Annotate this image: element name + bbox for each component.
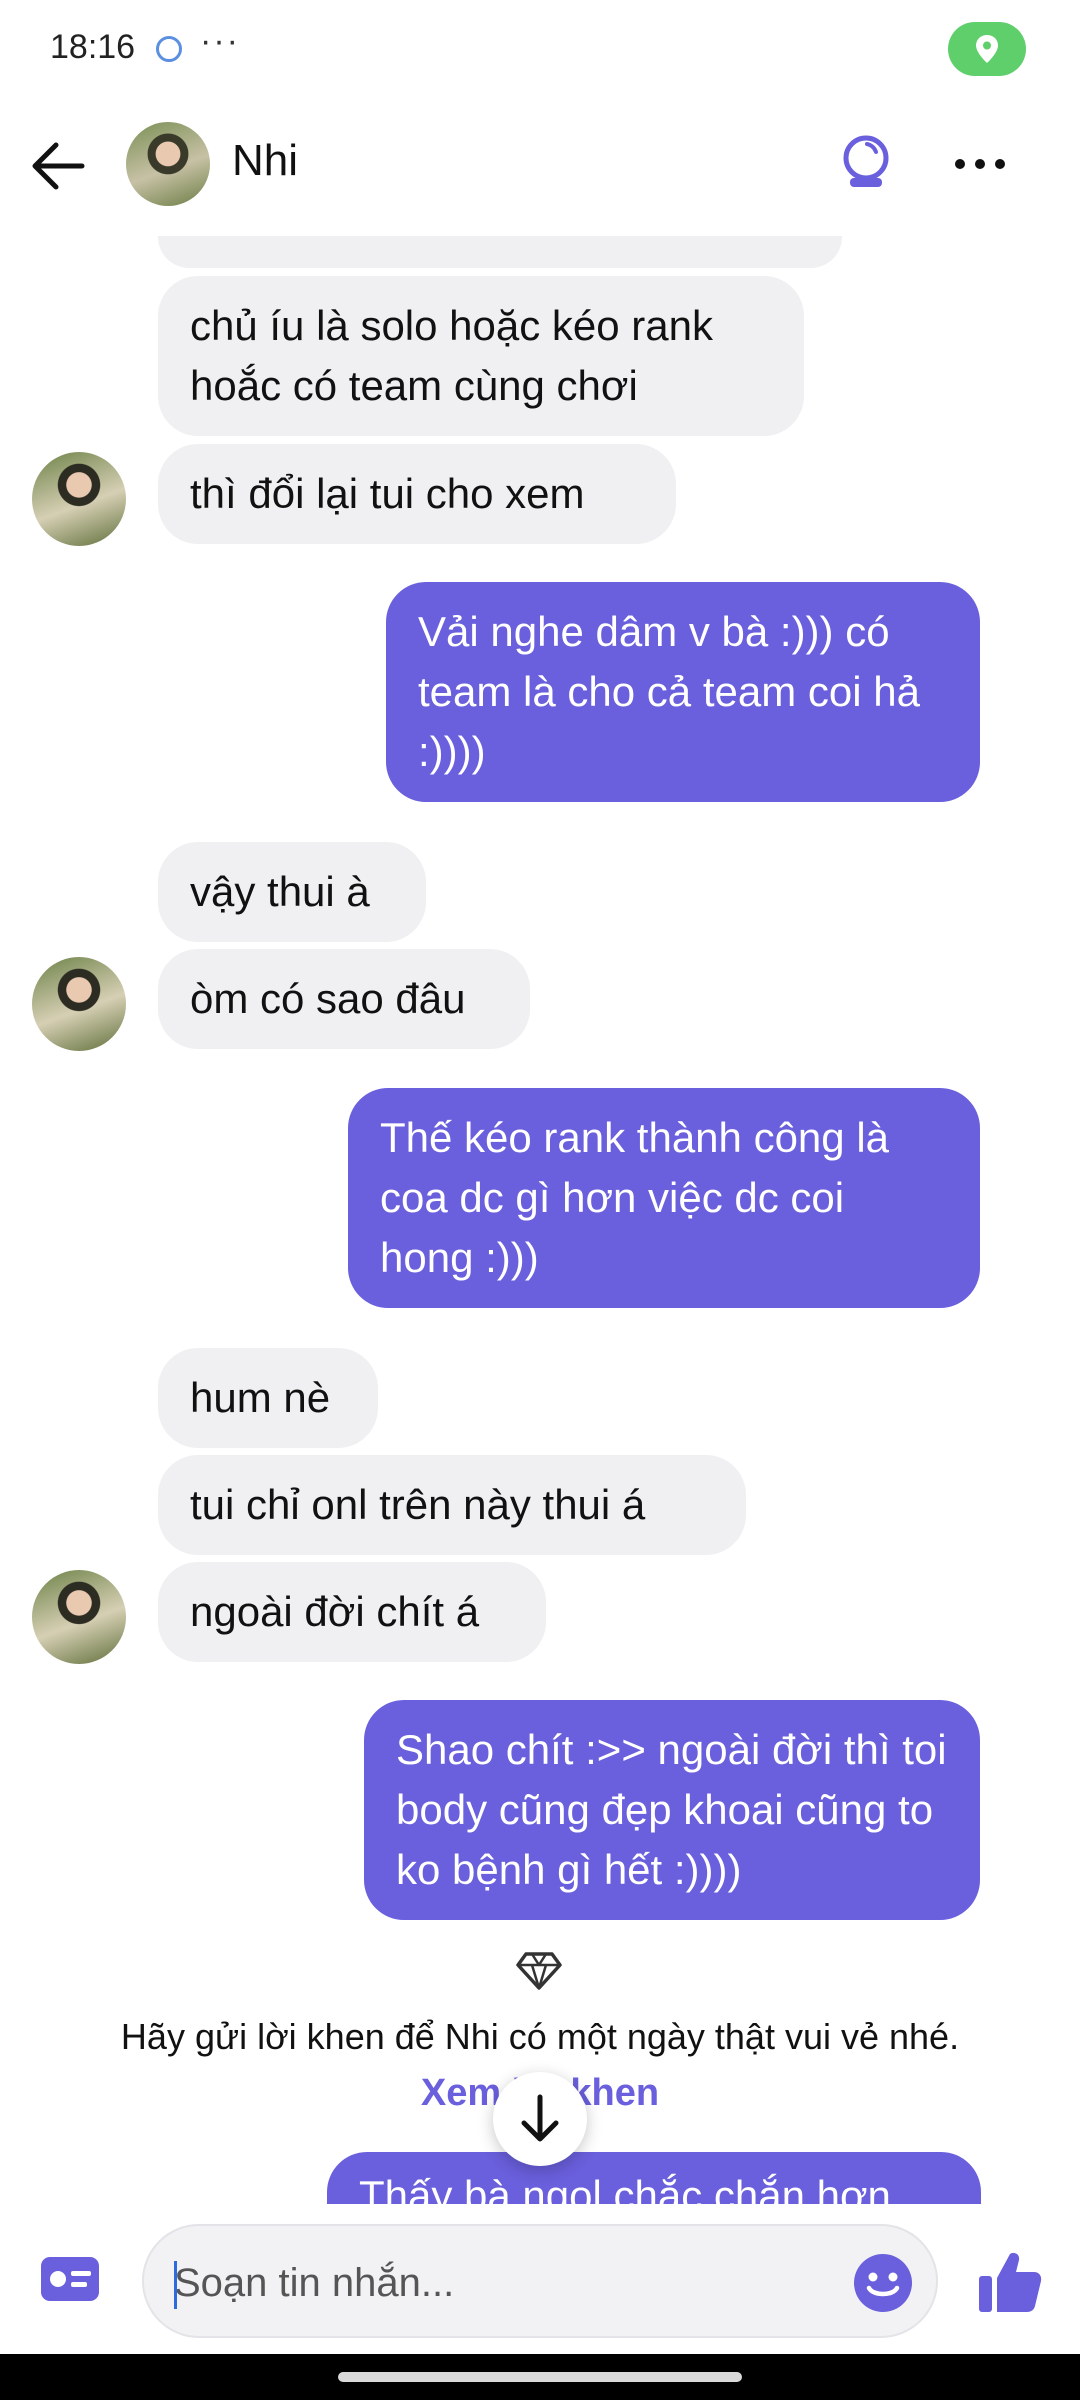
message-text: thì đổi lại tui cho xem bbox=[190, 470, 585, 517]
message-text: ngoài đời chít á bbox=[190, 1588, 480, 1635]
sender-avatar[interactable] bbox=[32, 452, 126, 546]
message-composer: Soạn tin nhắn... bbox=[0, 2204, 1080, 2354]
thumbs-up-icon bbox=[979, 2252, 1042, 2312]
diamond-icon bbox=[516, 1951, 562, 1991]
message-bubble[interactable]: hum nè bbox=[158, 1348, 378, 1448]
contact-card-button[interactable] bbox=[40, 2256, 100, 2302]
call-button[interactable] bbox=[836, 132, 896, 192]
message-input-placeholder: Soạn tin nhắn... bbox=[174, 2261, 455, 2305]
message-bubble-cut bbox=[158, 236, 842, 268]
emoji-button[interactable] bbox=[852, 2252, 914, 2314]
message-bubble[interactable]: Thế kéo rank thành công là coa dc gì hơn… bbox=[348, 1088, 980, 1308]
message-text: chủ íu là solo hoặc kéo rank hoắc có tea… bbox=[190, 302, 713, 409]
message-text: Shao chít :>> ngoài đời thì toi body cũn… bbox=[396, 1726, 947, 1893]
more-notifications-icon: ··· bbox=[200, 22, 240, 60]
message-bubble[interactable]: òm có sao đâu bbox=[158, 949, 530, 1049]
status-bar: 18:16 ··· bbox=[0, 0, 1080, 100]
message-text: Vải nghe dâm v bà :))) có team là cho cả… bbox=[418, 608, 920, 775]
message-bubble-partial[interactable]: Thấy bà ngol chắc chắn hơn bbox=[327, 2152, 981, 2204]
status-time: 18:16 bbox=[50, 28, 136, 66]
message-input[interactable]: Soạn tin nhắn... bbox=[142, 2224, 938, 2338]
message-bubble[interactable]: chủ íu là solo hoặc kéo rank hoắc có tea… bbox=[158, 276, 804, 436]
home-gesture-handle[interactable] bbox=[338, 2372, 742, 2382]
system-navigation-bar bbox=[0, 2354, 1080, 2400]
message-text: Thế kéo rank thành công là coa dc gì hơn… bbox=[380, 1114, 890, 1281]
scroll-to-bottom-button[interactable] bbox=[493, 2072, 587, 2166]
message-text: òm có sao đâu bbox=[190, 975, 466, 1022]
message-bubble[interactable]: ngoài đời chít á bbox=[158, 1562, 546, 1662]
message-bubble[interactable]: tui chỉ onl trên này thui á bbox=[158, 1455, 746, 1555]
back-arrow-icon bbox=[32, 142, 85, 190]
message-text: Thấy bà ngol chắc chắn hơn bbox=[359, 2172, 891, 2204]
location-indicator-icon bbox=[948, 22, 1026, 76]
message-bubble[interactable]: Shao chít :>> ngoài đời thì toi body cũn… bbox=[364, 1700, 980, 1920]
contact-name[interactable]: Nhi bbox=[232, 136, 298, 186]
more-options-button[interactable] bbox=[950, 144, 1010, 184]
like-button[interactable] bbox=[976, 2248, 1044, 2316]
message-text: vậy thui à bbox=[190, 868, 370, 915]
back-button[interactable] bbox=[24, 130, 96, 202]
message-bubble[interactable]: vậy thui à bbox=[158, 842, 426, 942]
id-card-icon bbox=[41, 2257, 99, 2301]
arrow-down-icon bbox=[521, 2094, 559, 2142]
message-bubble[interactable]: thì đổi lại tui cho xem bbox=[158, 444, 676, 544]
message-text: hum nè bbox=[190, 1374, 331, 1421]
message-text: tui chỉ onl trên này thui á bbox=[190, 1481, 646, 1528]
message-bubble[interactable]: Vải nghe dâm v bà :))) có team là cho cả… bbox=[386, 582, 980, 802]
sender-avatar[interactable] bbox=[32, 1570, 126, 1664]
compliment-suggestion-text: Hãy gửi lời khen để Nhi có một ngày thật… bbox=[120, 2016, 960, 2057]
crystal-ball-icon bbox=[843, 135, 889, 187]
text-cursor bbox=[174, 2261, 177, 2309]
more-dots-icon bbox=[955, 159, 1005, 169]
chat-header: Nhi bbox=[0, 100, 1080, 236]
sender-avatar[interactable] bbox=[32, 957, 126, 1051]
smiley-icon bbox=[854, 2254, 912, 2312]
app-notification-icon bbox=[156, 36, 182, 62]
contact-avatar[interactable] bbox=[126, 122, 210, 206]
